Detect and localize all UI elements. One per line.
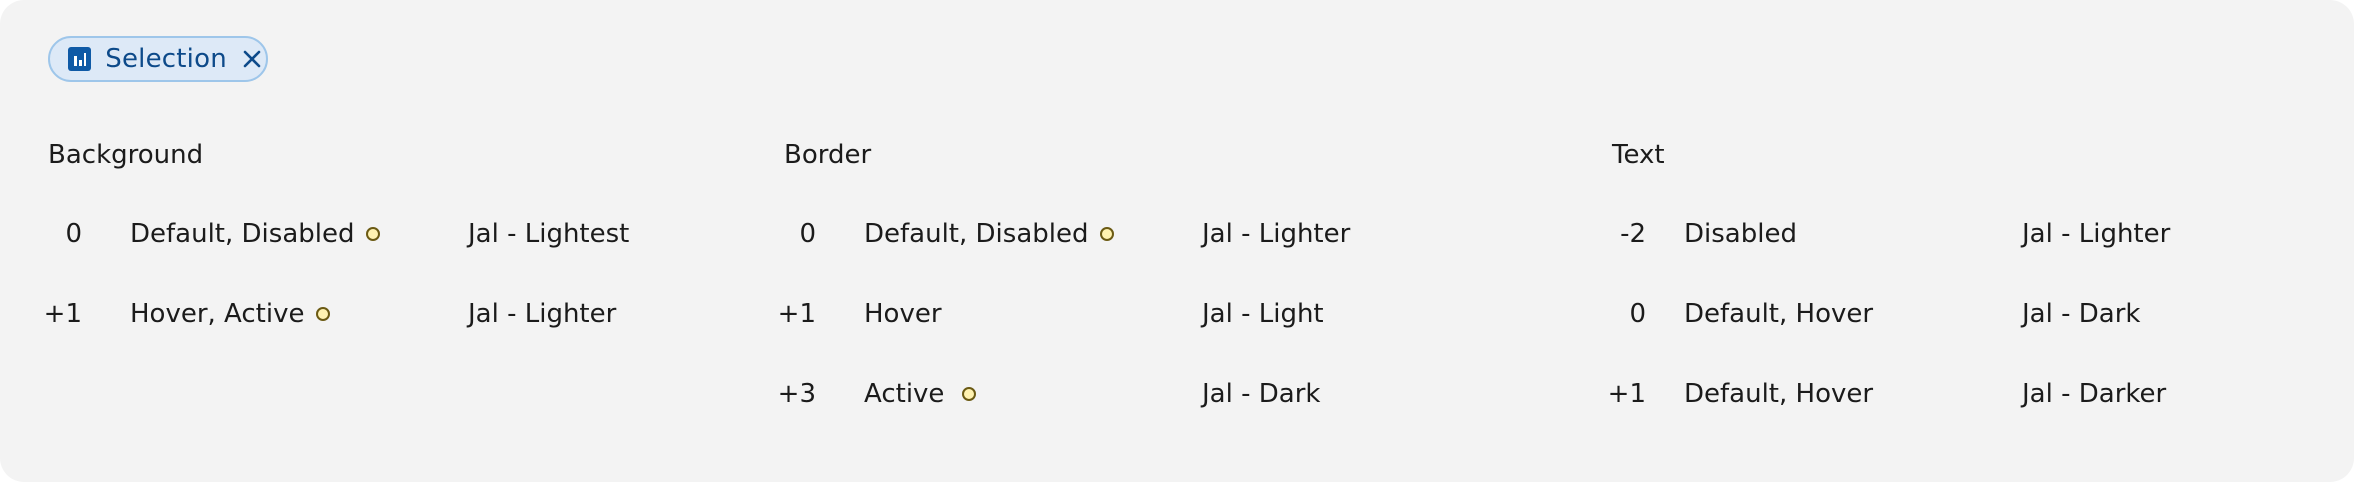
state-text: Default, Disabled — [130, 219, 355, 249]
state-text: Hover — [864, 299, 942, 329]
token-name: Jal - Lightest — [468, 219, 630, 249]
token-name: Jal - Light — [1202, 299, 1324, 329]
token-name: Jal - Dark — [2022, 299, 2141, 329]
state-label: Hover, Active — [130, 299, 331, 329]
level-value: 0 — [799, 219, 816, 249]
selection-chip[interactable]: Selection — [48, 36, 268, 82]
state-label: Default, Disabled — [864, 219, 1115, 249]
token-name: Jal - Lighter — [2022, 219, 2171, 249]
level-value: -2 — [1620, 219, 1646, 249]
level-value: 0 — [1629, 299, 1646, 329]
level-value: +1 — [1607, 379, 1646, 409]
state-text: Disabled — [1684, 219, 1797, 249]
section-title-background: Background — [48, 140, 204, 170]
close-icon[interactable] — [239, 45, 266, 73]
chip-label: Selection — [105, 44, 227, 74]
token-name: Jal - Darker — [2022, 379, 2167, 409]
section-title-text: Text — [1612, 140, 1665, 170]
token-panel: Selection Background 0 Default, Disabled… — [0, 0, 2354, 482]
token-name: Jal - Lighter — [468, 299, 617, 329]
level-value: 0 — [65, 219, 82, 249]
bar-chart-icon — [68, 47, 92, 71]
state-text: Active — [864, 379, 945, 409]
level-value: +1 — [43, 299, 82, 329]
state-label: Hover — [864, 299, 942, 329]
token-name: Jal - Dark — [1202, 379, 1321, 409]
state-text: Default, Hover — [1684, 379, 1874, 409]
state-indicator-icon — [366, 227, 381, 241]
state-indicator-icon — [316, 307, 331, 321]
state-indicator-icon — [1100, 227, 1115, 241]
state-text: Default, Disabled — [864, 219, 1089, 249]
state-label: Active — [864, 379, 977, 409]
section-title-border: Border — [784, 140, 872, 170]
level-value: +3 — [777, 379, 816, 409]
token-name: Jal - Lighter — [1202, 219, 1351, 249]
state-text: Hover, Active — [130, 299, 305, 329]
state-indicator-icon — [962, 387, 977, 401]
state-text: Default, Hover — [1684, 299, 1874, 329]
level-value: +1 — [777, 299, 816, 329]
state-label: Default, Disabled — [130, 219, 381, 249]
